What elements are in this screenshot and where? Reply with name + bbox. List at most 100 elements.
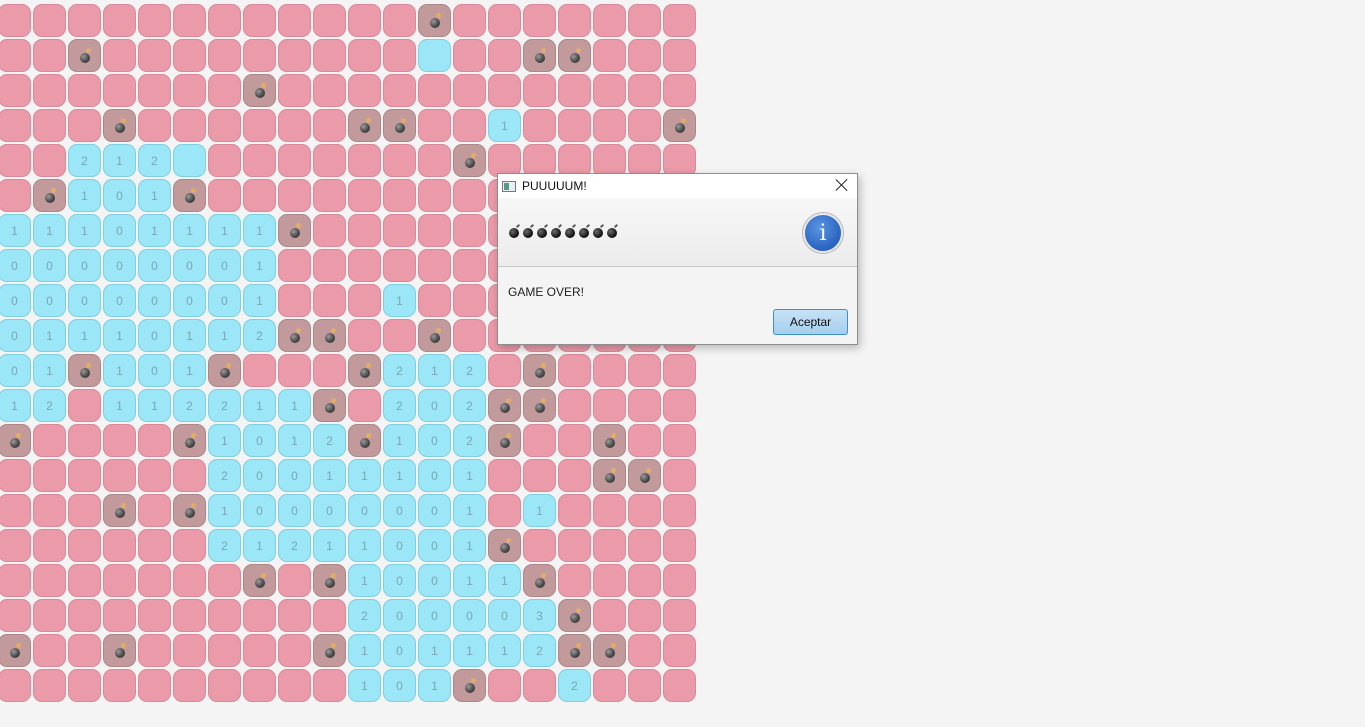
hidden-cell[interactable] [313,74,346,107]
hidden-cell[interactable] [138,564,171,597]
hidden-cell[interactable] [33,564,66,597]
hidden-cell[interactable] [68,599,101,632]
mine-cell[interactable] [208,354,241,387]
hidden-cell[interactable] [33,529,66,562]
hidden-cell[interactable] [453,179,486,212]
revealed-cell[interactable]: 1 [418,634,451,667]
hidden-cell[interactable] [173,529,206,562]
hidden-cell[interactable] [278,669,311,702]
revealed-cell[interactable]: 1 [68,179,101,212]
revealed-cell[interactable]: 1 [33,354,66,387]
hidden-cell[interactable] [0,494,31,527]
hidden-cell[interactable] [0,179,31,212]
hidden-cell[interactable] [663,494,696,527]
revealed-cell[interactable]: 0 [453,599,486,632]
mine-cell[interactable] [68,354,101,387]
hidden-cell[interactable] [523,109,556,142]
hidden-cell[interactable] [68,669,101,702]
revealed-cell[interactable]: 0 [173,249,206,282]
mine-cell[interactable] [243,74,276,107]
hidden-cell[interactable] [208,564,241,597]
hidden-cell[interactable] [68,459,101,492]
hidden-cell[interactable] [593,529,626,562]
hidden-cell[interactable] [208,144,241,177]
hidden-cell[interactable] [628,4,661,37]
hidden-cell[interactable] [453,39,486,72]
revealed-cell[interactable]: 0 [278,459,311,492]
hidden-cell[interactable] [593,389,626,422]
revealed-cell[interactable]: 0 [383,529,416,562]
hidden-cell[interactable] [488,669,521,702]
hidden-cell[interactable] [313,109,346,142]
revealed-cell[interactable]: 0 [243,459,276,492]
mine-cell[interactable] [0,424,31,457]
revealed-cell[interactable]: 2 [243,319,276,352]
revealed-cell[interactable]: 0 [138,319,171,352]
revealed-cell[interactable]: 1 [173,319,206,352]
revealed-cell[interactable]: 0 [208,249,241,282]
hidden-cell[interactable] [488,39,521,72]
revealed-cell[interactable]: 1 [33,214,66,247]
revealed-cell[interactable]: 0 [383,599,416,632]
hidden-cell[interactable] [558,424,591,457]
revealed-cell[interactable]: 1 [0,389,31,422]
hidden-cell[interactable] [103,39,136,72]
hidden-cell[interactable] [138,74,171,107]
revealed-cell[interactable]: 2 [523,634,556,667]
revealed-cell[interactable]: 1 [348,669,381,702]
hidden-cell[interactable] [103,529,136,562]
hidden-cell[interactable] [33,144,66,177]
hidden-cell[interactable] [138,424,171,457]
hidden-cell[interactable] [103,564,136,597]
hidden-cell[interactable] [208,179,241,212]
revealed-cell[interactable]: 2 [208,529,241,562]
hidden-cell[interactable] [68,424,101,457]
hidden-cell[interactable] [173,459,206,492]
revealed-cell[interactable]: 1 [383,284,416,317]
revealed-cell[interactable]: 1 [138,214,171,247]
hidden-cell[interactable] [418,109,451,142]
revealed-cell[interactable]: 0 [103,179,136,212]
revealed-cell[interactable]: 1 [453,494,486,527]
hidden-cell[interactable] [68,634,101,667]
hidden-cell[interactable] [593,4,626,37]
mine-cell[interactable] [593,459,626,492]
hidden-cell[interactable] [558,109,591,142]
hidden-cell[interactable] [173,599,206,632]
revealed-cell[interactable]: 2 [383,354,416,387]
revealed-cell[interactable]: 0 [278,494,311,527]
hidden-cell[interactable] [68,389,101,422]
revealed-cell[interactable]: 1 [33,319,66,352]
revealed-cell[interactable]: 0 [138,354,171,387]
hidden-cell[interactable] [138,529,171,562]
revealed-cell[interactable]: 1 [523,494,556,527]
mine-cell[interactable] [488,389,521,422]
hidden-cell[interactable] [278,39,311,72]
hidden-cell[interactable] [418,179,451,212]
revealed-cell[interactable]: 3 [523,599,556,632]
hidden-cell[interactable] [523,459,556,492]
hidden-cell[interactable] [523,669,556,702]
hidden-cell[interactable] [278,284,311,317]
hidden-cell[interactable] [558,529,591,562]
hidden-cell[interactable] [278,249,311,282]
hidden-cell[interactable] [488,354,521,387]
hidden-cell[interactable] [33,424,66,457]
hidden-cell[interactable] [33,109,66,142]
hidden-cell[interactable] [313,4,346,37]
revealed-cell[interactable]: 1 [453,634,486,667]
hidden-cell[interactable] [0,4,31,37]
mine-cell[interactable] [313,319,346,352]
hidden-cell[interactable] [488,74,521,107]
mine-cell[interactable] [348,424,381,457]
revealed-cell[interactable]: 1 [173,354,206,387]
revealed-cell[interactable]: 1 [68,214,101,247]
hidden-cell[interactable] [558,459,591,492]
hidden-cell[interactable] [103,74,136,107]
hidden-cell[interactable] [33,669,66,702]
hidden-cell[interactable] [243,179,276,212]
mine-cell[interactable] [593,634,626,667]
revealed-cell[interactable]: 0 [418,494,451,527]
hidden-cell[interactable] [33,634,66,667]
revealed-cell[interactable]: 2 [383,389,416,422]
